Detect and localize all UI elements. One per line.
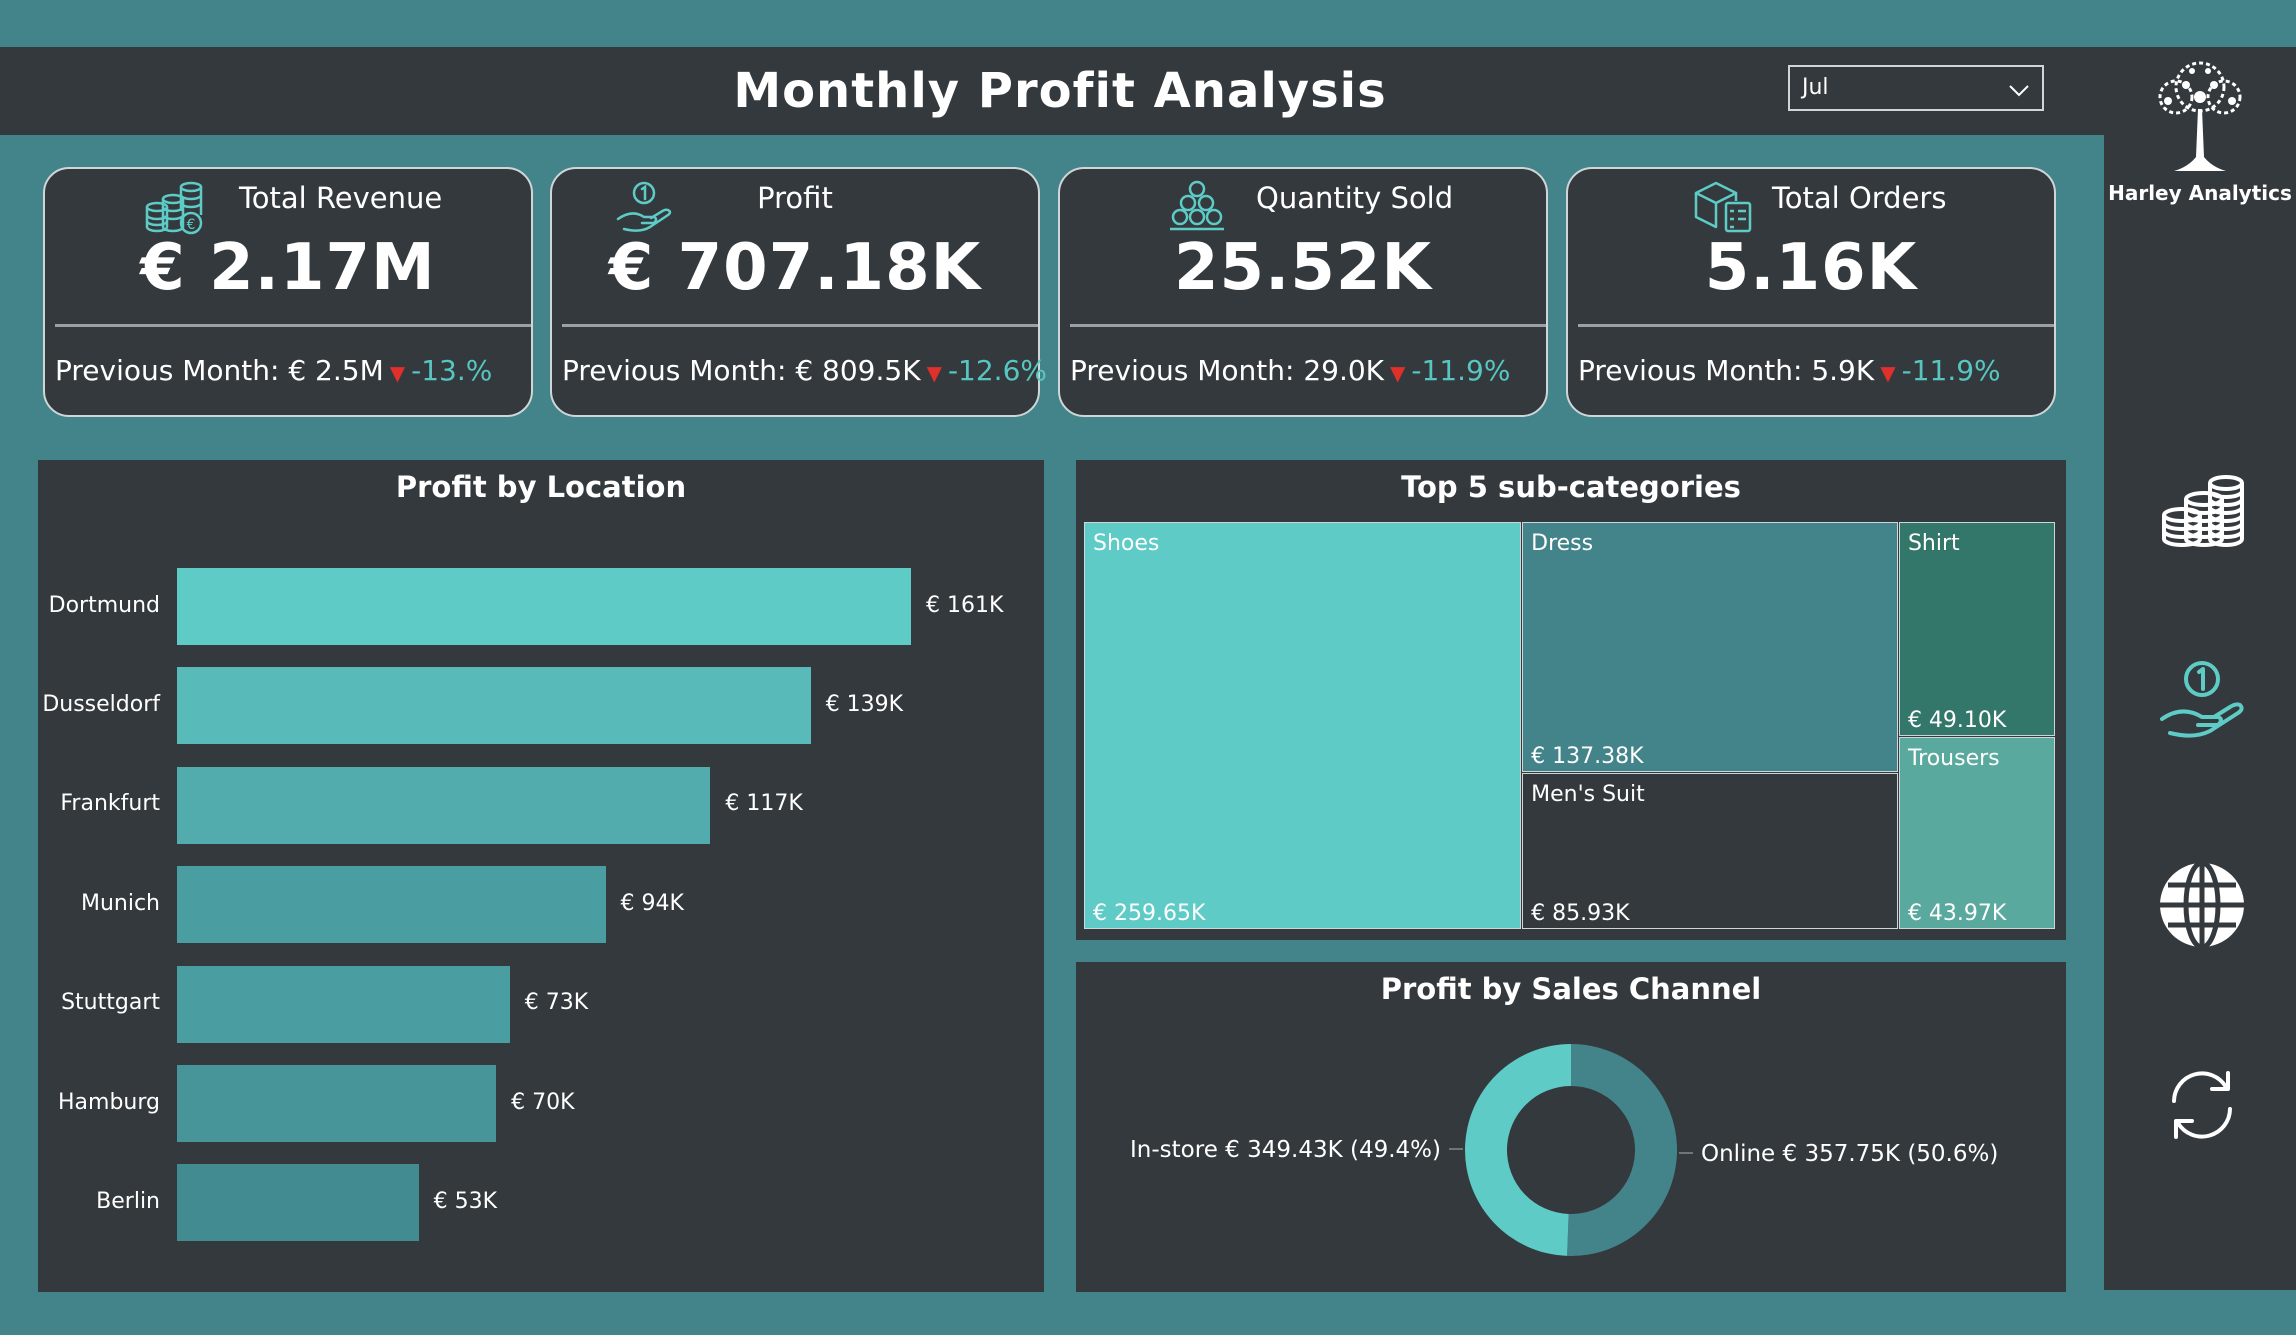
treemap-category-label: Dress — [1531, 531, 1594, 556]
kpi-title: Total Revenue — [239, 181, 443, 215]
down-triangle-icon: ▼ — [389, 361, 406, 385]
kpi-divider — [1578, 324, 2054, 327]
bar[interactable] — [177, 965, 510, 1043]
bar-category-label: Berlin — [96, 1188, 160, 1214]
kpi-divider — [55, 324, 531, 327]
kpi-previous: Previous Month: 29.0K ▼ -11.9% — [1070, 354, 1510, 387]
treemap-value-label: € 259.65K — [1093, 901, 1206, 926]
bar-value-label: € 73K — [524, 990, 589, 1016]
bar-category-label: Dusseldorf — [42, 691, 160, 717]
top-subcategories-panel: Top 5 sub-categories Shoes € 259.65K Dress… — [1076, 460, 2066, 940]
donut-slice[interactable] — [1464, 1044, 1571, 1256]
kpi-value: € 707.18K — [608, 231, 982, 305]
kpi-card-quantity-sold: Quantity Sold 25.52K Previous Month: 29.… — [1058, 167, 1548, 417]
kpi-previous: Previous Month: € 809.5K ▼ -12.6% — [562, 354, 1047, 387]
treemap-value-label: € 43.97K — [1907, 900, 2007, 926]
treemap-cell[interactable]: Shoes € 259.65K — [1084, 522, 1522, 929]
hand-coin-icon[interactable] — [2154, 657, 2250, 753]
sidebar: Harley Analytics — [2104, 47, 2296, 1290]
bar-category-label: Stuttgart — [61, 990, 160, 1016]
kpi-divider — [1070, 324, 1546, 327]
bar-value-label: € 161K — [926, 592, 1004, 618]
kpi-delta: -12.6% — [947, 354, 1048, 387]
bar[interactable] — [177, 1065, 497, 1142]
panel-title: Top 5 sub-categories — [1401, 470, 1741, 504]
bar-category-label: Dortmund — [48, 592, 160, 618]
bar-category-label: Munich — [80, 890, 160, 916]
treemap-cell[interactable]: Trousers € 43.97K — [1898, 737, 2055, 929]
treemap-cell[interactable]: Men's Suit € 85.93K — [1522, 773, 1898, 929]
bar-value-label: € 139K — [825, 691, 904, 717]
down-triangle-icon: ▼ — [926, 361, 942, 385]
location-bar-chart: Dortmund € 161K Dusseldorf € 139K Frankfurt €… — [38, 460, 1044, 1292]
donut-slice[interactable] — [1567, 1044, 1677, 1256]
treemap-cell[interactable]: Dress € 137.38K — [1522, 522, 1898, 772]
kpi-previous: Previous Month: € 2.5M ▼ -13.% — [55, 354, 492, 387]
treemap-category-label: Shirt — [1907, 531, 1960, 556]
treemap-value-label: € 85.93K — [1531, 900, 1630, 926]
brand-name: Harley Analytics — [2108, 181, 2292, 205]
kpi-title: Total Orders — [1772, 181, 1947, 215]
box-checklist-icon — [1694, 181, 1752, 233]
kpi-previous-label: Previous Month: 5.9K — [1578, 354, 1875, 387]
subcategory-treemap: Shoes € 259.65K Dress € 137.38K Men's Suit € … — [1084, 522, 2056, 930]
bar[interactable] — [177, 568, 911, 645]
down-triangle-icon: ▼ — [1390, 361, 1406, 385]
kpi-previous-label: Previous Month: 29.0K — [1070, 354, 1385, 387]
kpi-card-total-orders: Total Orders 5.16K Previous Month: 5.9K ▼… — [1566, 167, 2056, 417]
bar-value-label: € 117K — [725, 791, 803, 817]
bar-value-label: € 94K — [620, 890, 684, 916]
kpi-value: 25.52K — [1173, 231, 1433, 305]
kpi-title: Profit — [757, 181, 833, 215]
treemap-value-label: € 49.10K — [1907, 708, 2007, 734]
month-dropdown-value: Jul — [1802, 75, 1829, 100]
treemap-cell[interactable]: Shirt € 49.10K — [1898, 522, 2055, 737]
bar[interactable] — [177, 866, 606, 944]
treemap-value-label: € 137.38K — [1531, 744, 1644, 769]
profit-by-channel-panel: Profit by Sales Channel In-store € 349.4… — [1076, 962, 2066, 1292]
kpi-card-profit: Profit € 707.18K Previous Month: € 809.5… — [550, 167, 1047, 417]
down-triangle-icon: ▼ — [1880, 361, 1896, 385]
month-dropdown[interactable]: Jul — [1788, 65, 2044, 111]
treemap-category-label: Trousers — [1907, 746, 2000, 772]
kpi-delta: -13.% — [411, 354, 493, 387]
kpi-value: € 2.17M — [140, 231, 436, 305]
kpi-delta: -11.9% — [1901, 354, 2001, 387]
treemap-category-label: Shoes — [1093, 531, 1160, 556]
bar-value-label: € 70K — [511, 1089, 575, 1115]
bar[interactable] — [177, 1164, 419, 1242]
bar[interactable] — [177, 766, 711, 844]
donut-label-instore: In-store € 349.43K (49.4%) — [1130, 1137, 1441, 1163]
kpi-divider — [562, 324, 1038, 327]
donut-label-online: Online € 357.75K (50.6%) — [1701, 1141, 1998, 1167]
treemap-category-label: Men's Suit — [1531, 782, 1645, 807]
coin-stacks-icon: € — [145, 181, 203, 235]
tree-logo-icon — [2158, 61, 2242, 171]
bar-value-label: € 53K — [433, 1188, 498, 1214]
profit-by-location-panel: Profit by Location Dortmund € 161K Dusseld… — [38, 460, 1044, 1292]
globe-icon[interactable] — [2154, 857, 2250, 953]
header-bar: Monthly Profit Analysis Jul — [0, 47, 2104, 135]
kpi-previous-label: Previous Month: € 809.5K — [562, 354, 921, 387]
channel-donut-chart: In-store € 349.43K (49.4%) Online € 357.7… — [1130, 1044, 1998, 1256]
kpi-previous-label: Previous Month: € 2.5M — [55, 354, 384, 387]
coin-pyramid-icon — [1170, 180, 1224, 231]
kpi-previous: Previous Month: 5.9K ▼ -11.9% — [1578, 354, 2001, 387]
kpi-card-total-revenue: € Total Revenue € 2.17M Previous Month: … — [43, 167, 533, 417]
bar-category-label: Hamburg — [58, 1089, 160, 1115]
kpi-title: Quantity Sold — [1256, 181, 1454, 215]
coins-icon[interactable] — [2154, 457, 2250, 553]
chevron-down-icon — [2009, 85, 2029, 97]
kpi-value: 5.16K — [1704, 231, 1918, 305]
refresh-icon[interactable] — [2154, 1057, 2250, 1153]
bar[interactable] — [177, 667, 811, 745]
bar-category-label: Frankfurt — [60, 791, 160, 817]
kpi-delta: -11.9% — [1411, 354, 1511, 387]
